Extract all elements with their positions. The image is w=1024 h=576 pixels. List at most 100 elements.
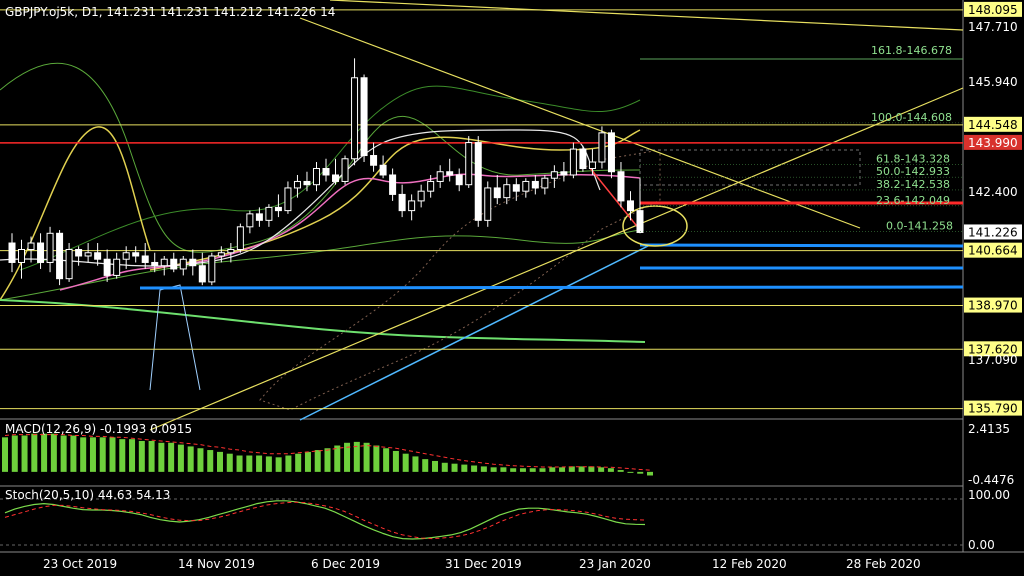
macd-bar bbox=[441, 462, 448, 472]
macd-axis-top: 2.4135 bbox=[968, 422, 1010, 436]
candle-body-bear bbox=[474, 142, 482, 221]
symbol-header: GBPJPY.oj5k, D1, 141.231 141.231 141.212… bbox=[5, 5, 335, 19]
candle-body-bull bbox=[46, 232, 54, 263]
chart-canvas[interactable]: 161.8-146.678 100.0-144.608 61.8-143.32850… bbox=[0, 0, 1024, 576]
macd-bar bbox=[451, 463, 458, 472]
candle-body-bear bbox=[607, 132, 615, 173]
macd-bar bbox=[226, 453, 233, 472]
macd-bar bbox=[148, 440, 155, 472]
macd-bar bbox=[197, 448, 204, 472]
candle-body-bull bbox=[27, 242, 35, 251]
candle-body-bull bbox=[351, 77, 359, 160]
candle-body-bear bbox=[446, 171, 454, 176]
time-axis-label: 6 Dec 2019 bbox=[311, 557, 380, 571]
macd-bar bbox=[41, 433, 48, 472]
macd-bar bbox=[80, 437, 87, 472]
candle-body-bear bbox=[37, 242, 45, 263]
macd-bar bbox=[89, 437, 96, 472]
trend-yellow-curve-left bbox=[0, 126, 151, 301]
macd-bar bbox=[559, 467, 566, 472]
macd-bar bbox=[539, 468, 546, 472]
candle-body-bull bbox=[217, 252, 225, 257]
candle-body-bull bbox=[427, 180, 435, 192]
fib-level-label: 61.8-143.328 bbox=[876, 152, 950, 165]
macd-bar bbox=[304, 451, 311, 472]
macd-bar bbox=[607, 468, 614, 472]
stoch-main-line bbox=[4, 500, 646, 540]
macd-bar bbox=[637, 471, 644, 474]
upper-trendline bbox=[329, 0, 964, 31]
macd-bar bbox=[119, 439, 126, 472]
candle-body-bull bbox=[550, 171, 558, 179]
candle-body-bull bbox=[408, 200, 416, 212]
candle-body-bear bbox=[370, 155, 378, 166]
macd-bar bbox=[50, 433, 57, 472]
candle-body-bull bbox=[484, 187, 492, 221]
candle-body-bear bbox=[170, 258, 178, 270]
stochastic-lines bbox=[4, 500, 646, 540]
candle-body-bear bbox=[322, 167, 330, 176]
price-axis-label: 137.090 bbox=[968, 353, 1018, 367]
macd-bar bbox=[598, 467, 605, 472]
candle-body-bull bbox=[341, 158, 349, 182]
price-box-label: 140.664 bbox=[968, 244, 1018, 258]
price-axis-label: 145.940 bbox=[968, 75, 1018, 89]
candle-body-bull bbox=[312, 167, 320, 186]
projected-cloud bbox=[639, 149, 861, 186]
macd-bar bbox=[275, 457, 282, 472]
candle-body-bear bbox=[255, 213, 263, 221]
price-axis-labels: 147.710 145.940 142.400 137.090 bbox=[968, 20, 1018, 367]
macd-bar bbox=[647, 471, 653, 476]
candle-body-bull bbox=[265, 206, 273, 221]
price-axis-label: 147.710 bbox=[968, 20, 1018, 34]
stoch-axis-bottom: 0.00 bbox=[968, 538, 995, 552]
macd-bar bbox=[285, 455, 292, 472]
macd-bar bbox=[549, 467, 556, 472]
macd-axis-bottom: -0.4476 bbox=[968, 473, 1014, 487]
macd-bar bbox=[217, 451, 223, 472]
price-box-label: 148.095 bbox=[968, 3, 1018, 17]
macd-bar bbox=[402, 453, 409, 472]
price-box-label: 143.990 bbox=[968, 136, 1018, 150]
candle-body-bear bbox=[198, 265, 206, 283]
macd-bar bbox=[373, 445, 380, 472]
time-axis-label: 12 Feb 2020 bbox=[712, 557, 787, 571]
candle-body-bull bbox=[122, 252, 130, 260]
candle-body-bear bbox=[151, 261, 159, 267]
macd-bar bbox=[109, 437, 116, 472]
macd-bar bbox=[2, 437, 8, 472]
support-line-lower bbox=[139, 285, 964, 290]
candle-body-bull bbox=[160, 258, 168, 267]
candle-body-bear bbox=[531, 180, 539, 189]
macd-bar bbox=[138, 440, 145, 472]
price-box-label: 138.970 bbox=[968, 299, 1018, 313]
fib-level-label: 161.8-146.678 bbox=[871, 44, 952, 57]
candle-body-bear bbox=[303, 180, 311, 186]
candle-body-bear bbox=[579, 148, 587, 169]
time-axis-label: 23 Jan 2020 bbox=[579, 557, 651, 571]
candle-body-bull bbox=[208, 255, 216, 283]
macd-bar bbox=[432, 460, 438, 472]
macd-bar bbox=[177, 444, 184, 472]
candle-body-bear bbox=[94, 252, 102, 260]
candle-body-bear bbox=[512, 184, 520, 192]
time-axis-label: 28 Feb 2020 bbox=[846, 557, 921, 571]
macd-bar bbox=[617, 470, 624, 472]
candle-body-bear bbox=[8, 242, 16, 263]
candle-body-bull bbox=[417, 190, 425, 202]
ma-green-200-line bbox=[0, 299, 646, 343]
macd-bar bbox=[129, 439, 136, 472]
candle-body-bull bbox=[227, 249, 235, 254]
candle-body-bear bbox=[617, 171, 625, 202]
price-box-label: 135.790 bbox=[968, 402, 1018, 416]
macd-bar bbox=[11, 435, 18, 472]
macd-histogram bbox=[2, 433, 653, 476]
candle-body-bull bbox=[598, 132, 606, 163]
macd-bar bbox=[529, 468, 536, 472]
fib-level-label: 38.2-142.538 bbox=[876, 178, 950, 191]
macd-bar bbox=[519, 468, 526, 472]
candle-body-bear bbox=[56, 232, 64, 280]
bollinger-upper-line bbox=[0, 62, 641, 253]
macd-bar bbox=[168, 442, 175, 472]
macd-bar bbox=[510, 468, 517, 472]
